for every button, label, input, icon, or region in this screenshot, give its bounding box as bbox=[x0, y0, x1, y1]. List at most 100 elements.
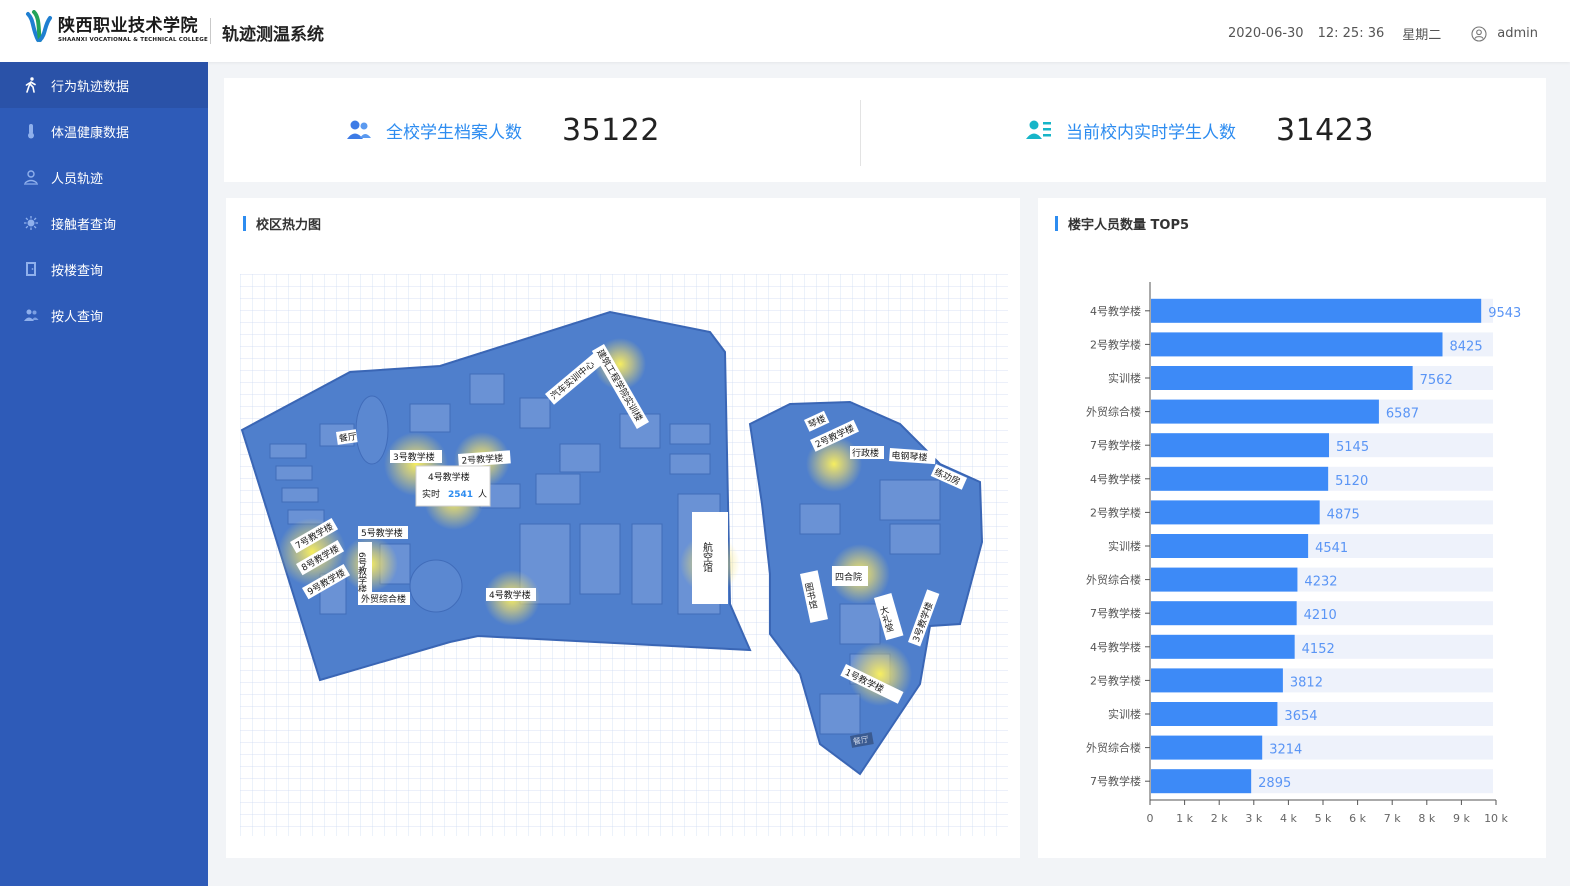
total-students-value: 35122 bbox=[562, 112, 660, 148]
chart-category-label: 7号教学楼 bbox=[1090, 774, 1141, 788]
tooltip-realtime-prefix: 实时 bbox=[422, 488, 440, 500]
tooltip-building-name: 4号教学楼 bbox=[428, 471, 470, 483]
chart-bar bbox=[1151, 466, 1329, 491]
sidebar-item-label: 体温健康数据 bbox=[51, 125, 130, 141]
sidebar: 行为轨迹数据 体温健康数据 人员轨迹 接触者查询 按楼查询 按人查询 bbox=[0, 62, 208, 886]
chart-data-label: 4541 bbox=[1315, 541, 1348, 556]
chart-x-tick-label: 8 k bbox=[1418, 812, 1435, 825]
sidebar-item-behavior-track[interactable]: 行为轨迹数据 bbox=[0, 62, 208, 108]
chart-x-tick-label: 5 k bbox=[1315, 812, 1332, 825]
chart-bar bbox=[1151, 702, 1278, 726]
chart-category-label: 外贸综合楼 bbox=[1086, 405, 1141, 419]
chart-x-tick-label: 3 k bbox=[1245, 812, 1262, 825]
user-avatar-icon[interactable] bbox=[1471, 25, 1487, 42]
chart-category-label: 7号教学楼 bbox=[1090, 606, 1141, 620]
sidebar-item-building-query[interactable]: 按楼查询 bbox=[0, 246, 208, 292]
top-header: 陕西职业技术学院 SHAANXI VOCATIONAL & TECHNICAL … bbox=[0, 0, 1570, 62]
chart-data-label: 2895 bbox=[1258, 776, 1291, 791]
current-time: 12: 25: 36 bbox=[1317, 26, 1385, 41]
sidebar-item-person-query[interactable]: 按人查询 bbox=[0, 292, 208, 338]
chart-data-label: 5120 bbox=[1335, 474, 1368, 489]
sidebar-item-label: 行为轨迹数据 bbox=[51, 79, 130, 95]
current-students-stat: 当前校内实时学生人数 31423 bbox=[1026, 78, 1374, 182]
student-group-icon bbox=[347, 120, 371, 139]
chart-x-tick-label: 1 k bbox=[1176, 812, 1193, 825]
map-tooltip-building-4[interactable]: 4号教学楼 实时 2541 人 bbox=[415, 465, 491, 507]
chart-bar bbox=[1151, 399, 1379, 424]
chart-category-label: 外贸综合楼 bbox=[1086, 741, 1141, 755]
chart-data-label: 4210 bbox=[1304, 608, 1337, 623]
chart-category-label: 7号教学楼 bbox=[1090, 438, 1141, 452]
chart-data-label: 4875 bbox=[1327, 507, 1360, 522]
chart-category-label: 实训楼 bbox=[1108, 371, 1141, 385]
chart-data-label: 3812 bbox=[1290, 675, 1323, 690]
person-list-icon bbox=[1026, 120, 1051, 139]
chart-category-label: 实训楼 bbox=[1108, 707, 1141, 721]
chart-x-tick-label: 10 k bbox=[1484, 812, 1508, 825]
chart-category-label: 实训楼 bbox=[1108, 539, 1141, 553]
map-label-building-3[interactable]: 3号教学楼 bbox=[393, 451, 435, 463]
sidebar-item-temperature-health[interactable]: 体温健康数据 bbox=[0, 108, 208, 154]
chart-bar bbox=[1151, 567, 1298, 592]
map-label-courtyard[interactable]: 四合院 bbox=[835, 571, 862, 583]
chart-category-label: 2号教学楼 bbox=[1090, 673, 1141, 687]
tooltip-realtime-unit: 人 bbox=[478, 489, 487, 500]
thermometer-icon bbox=[22, 122, 40, 140]
current-date: 2020-06-30 bbox=[1228, 26, 1304, 41]
chart-category-label: 4号教学楼 bbox=[1090, 472, 1141, 486]
chart-category-label: 外贸综合楼 bbox=[1086, 573, 1141, 587]
chart-x-tick-label: 9 k bbox=[1453, 812, 1470, 825]
chart-bar bbox=[1151, 735, 1263, 760]
sidebar-item-label: 接触者查询 bbox=[51, 217, 117, 233]
location-person-icon bbox=[22, 168, 40, 186]
chart-bar bbox=[1151, 668, 1283, 693]
stats-divider bbox=[860, 100, 861, 166]
map-label-aviation[interactable]: 航空馆 bbox=[701, 541, 713, 573]
chart-category-label: 4号教学楼 bbox=[1090, 640, 1141, 654]
map-label-admin[interactable]: 行政楼 bbox=[852, 447, 879, 459]
building-occupancy-bar-chart[interactable]: 0 1 k 2 k 3 k 4 k 5 k 6 k 7 k 8 k 9 k 10 k 4号教学楼 954… bbox=[1038, 198, 1546, 858]
map-label-building-5[interactable]: 5号教学楼 bbox=[361, 527, 403, 539]
chart-data-label: 9543 bbox=[1488, 306, 1521, 321]
chart-data-label: 3654 bbox=[1284, 709, 1317, 724]
sidebar-item-contact-query[interactable]: 接触者查询 bbox=[0, 200, 208, 246]
college-logo-icon bbox=[26, 10, 52, 42]
campus-heatmap-panel: 校区热力图 餐厅 汽车实训中心 建筑工程学院实训楼 3号教学楼 2号教学楼 4号… bbox=[226, 198, 1020, 858]
chart-data-label: 4152 bbox=[1302, 642, 1335, 657]
walking-person-icon bbox=[22, 76, 40, 94]
chart-data-label: 3214 bbox=[1269, 743, 1302, 758]
chart-bar bbox=[1151, 332, 1443, 357]
current-students-label: 当前校内实时学生人数 bbox=[1066, 122, 1236, 143]
map-label-building-6[interactable]: 6号教学楼 bbox=[356, 552, 367, 595]
header-divider bbox=[210, 18, 211, 44]
chart-bar bbox=[1151, 298, 1482, 323]
chart-bar bbox=[1151, 534, 1309, 558]
current-students-value: 31423 bbox=[1276, 112, 1374, 148]
chart-x-tick-label: 2 k bbox=[1211, 812, 1228, 825]
chart-data-label: 8425 bbox=[1450, 339, 1483, 354]
sidebar-item-label: 按人查询 bbox=[51, 309, 104, 325]
chart-bar bbox=[1151, 500, 1320, 525]
tooltip-realtime-count: 2541 bbox=[448, 490, 473, 500]
heatmap-title: 校区热力图 bbox=[243, 214, 321, 233]
chart-category-label: 2号教学楼 bbox=[1090, 337, 1141, 351]
sidebar-item-person-track[interactable]: 人员轨迹 bbox=[0, 154, 208, 200]
chart-category-label: 4号教学楼 bbox=[1090, 304, 1141, 318]
logo-name-en: SHAANXI VOCATIONAL & TECHNICAL COLLEGE bbox=[58, 37, 208, 43]
map-label-foreign-trade[interactable]: 外贸综合楼 bbox=[361, 593, 406, 605]
chart-x-tick-label: 7 k bbox=[1384, 812, 1401, 825]
stats-card: 全校学生档案人数 35122 当前校内实时学生人数 31423 bbox=[224, 78, 1546, 182]
building-top5-panel: 楼宇人员数量 TOP5 01 k2 k3 k4 k5 k6 k7 k8 k9 k… bbox=[1038, 198, 1546, 858]
campus-heatmap[interactable]: 餐厅 汽车实训中心 建筑工程学院实训楼 3号教学楼 2号教学楼 4号教学楼 实时… bbox=[240, 274, 1008, 836]
college-logo: 陕西职业技术学院 SHAANXI VOCATIONAL & TECHNICAL … bbox=[24, 10, 208, 44]
chart-x-tick-label: 6 k bbox=[1349, 812, 1366, 825]
map-label-building-4[interactable]: 4号教学楼 bbox=[489, 589, 531, 601]
username[interactable]: admin bbox=[1497, 26, 1538, 41]
chart-bar bbox=[1151, 634, 1295, 659]
chart-data-label: 6587 bbox=[1386, 407, 1419, 422]
header-status: 2020-06-30 12: 25: 36 星期二 admin bbox=[1228, 24, 1538, 43]
door-icon bbox=[22, 260, 40, 278]
chart-x-tick-label: 4 k bbox=[1280, 812, 1297, 825]
chart-data-label: 5145 bbox=[1336, 440, 1369, 455]
chart-data-label: 4232 bbox=[1304, 575, 1337, 590]
